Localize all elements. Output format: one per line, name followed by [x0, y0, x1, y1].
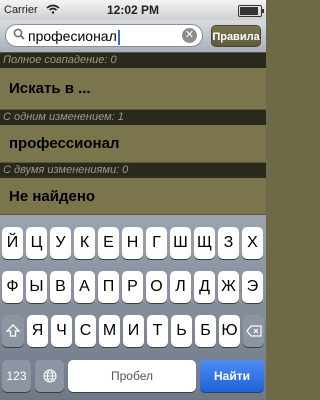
search-input[interactable]: професионал: [28, 28, 120, 45]
result-row-search-in[interactable]: Искать в ...: [0, 68, 266, 110]
key[interactable]: Я: [27, 315, 48, 347]
backspace-icon: [245, 325, 262, 337]
status-bar: Carrier 12:02 PM: [0, 0, 266, 20]
battery-icon: [238, 5, 264, 17]
globe-key[interactable]: [35, 360, 64, 392]
key[interactable]: Х: [242, 227, 263, 259]
battery-fill: [240, 7, 258, 15]
key[interactable]: М: [99, 315, 120, 347]
key[interactable]: Ж: [218, 271, 239, 303]
search-bar: професионал ✕ Правила: [0, 20, 266, 53]
search-icon: [13, 28, 25, 40]
text-cursor: [117, 29, 120, 45]
key[interactable]: Ч: [51, 315, 72, 347]
shift-icon: [5, 324, 21, 337]
section-header-exact: Полное совпадение: 0: [0, 53, 266, 68]
search-key[interactable]: Найти: [200, 360, 264, 392]
key[interactable]: Ь: [171, 315, 192, 347]
key[interactable]: В: [50, 271, 71, 303]
search-field[interactable]: професионал ✕: [5, 24, 203, 47]
shift-key[interactable]: [2, 315, 24, 347]
clear-icon[interactable]: ✕: [182, 28, 197, 43]
key[interactable]: З: [218, 227, 239, 259]
result-row-not-found: Не найдено: [0, 178, 266, 215]
clock: 12:02 PM: [106, 3, 160, 17]
key[interactable]: О: [146, 271, 167, 303]
key[interactable]: Н: [122, 227, 143, 259]
key[interactable]: Е: [98, 227, 119, 259]
keyboard: Й Ц У К Е Н Г Ш Щ З Х Ф Ы В А П Р О Л Д …: [0, 215, 266, 400]
key[interactable]: Р: [122, 271, 143, 303]
result-row-match[interactable]: професcионал: [0, 125, 266, 163]
key[interactable]: Т: [147, 315, 168, 347]
key[interactable]: Л: [170, 271, 191, 303]
key[interactable]: Г: [146, 227, 167, 259]
space-key[interactable]: Пробел: [68, 360, 196, 392]
key[interactable]: Ф: [2, 271, 23, 303]
rules-button[interactable]: Правила: [211, 25, 261, 47]
key[interactable]: Ю: [219, 315, 240, 347]
section-header-one-change: С одним изменением: 1: [0, 110, 266, 125]
section-header-two-changes: С двумя изменениями: 0: [0, 163, 266, 178]
key[interactable]: Э: [242, 271, 263, 303]
key[interactable]: Щ: [194, 227, 215, 259]
key[interactable]: Й: [2, 227, 23, 259]
key[interactable]: Б: [195, 315, 216, 347]
key[interactable]: П: [98, 271, 119, 303]
backspace-key[interactable]: [243, 315, 264, 347]
key[interactable]: Ы: [26, 271, 47, 303]
key[interactable]: Д: [194, 271, 215, 303]
search-input-value: професионал: [28, 28, 117, 44]
key[interactable]: У: [50, 227, 71, 259]
globe-icon: [43, 369, 56, 383]
key[interactable]: К: [74, 227, 95, 259]
numbers-key[interactable]: 123: [2, 360, 31, 392]
key[interactable]: Ц: [26, 227, 47, 259]
key[interactable]: Ш: [170, 227, 191, 259]
key[interactable]: И: [123, 315, 144, 347]
key[interactable]: С: [75, 315, 96, 347]
key[interactable]: А: [74, 271, 95, 303]
